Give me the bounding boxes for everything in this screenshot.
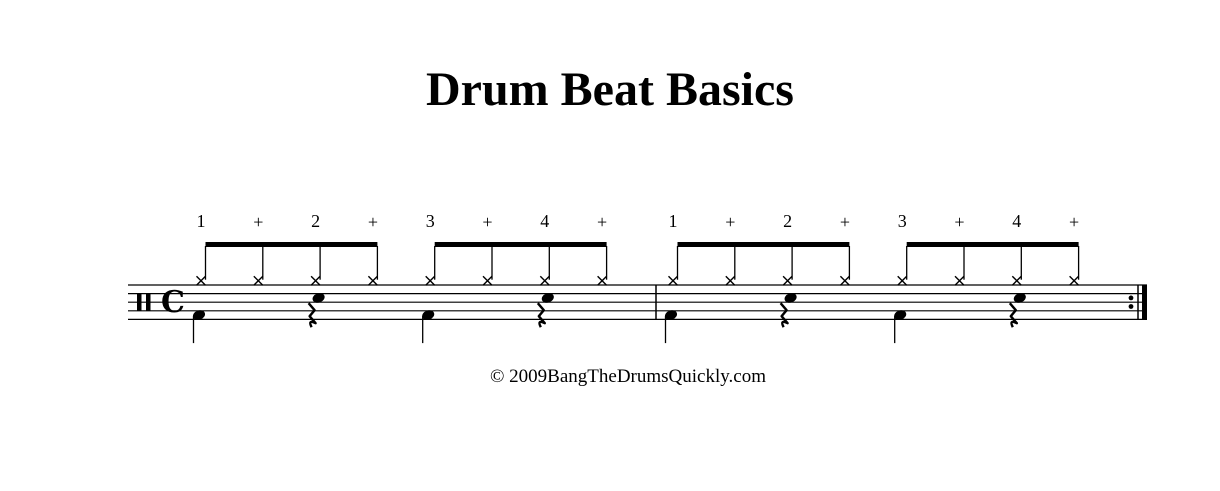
repeat-dot: [1128, 304, 1134, 309]
beam: [677, 242, 850, 247]
beat-count: 3: [426, 211, 435, 231]
percussion-clef: [137, 293, 142, 311]
beat-count: +: [597, 212, 607, 232]
quarter-rest: [779, 302, 789, 328]
copyright-notice: © 2009BangTheDrumsQuickly.com: [490, 366, 766, 387]
hihat-note: [539, 275, 550, 286]
hihat-note: [482, 275, 493, 286]
hihat-note: [782, 275, 793, 286]
hihat-note: [597, 275, 608, 286]
drum-score: C 1 +2 +3 +4 +1 +2 +3 +4 +: [128, 211, 1147, 344]
beat-count: 4: [1012, 211, 1021, 231]
beat-count: +: [368, 212, 378, 232]
percussion-clef: [146, 293, 151, 311]
hihat-note: [425, 275, 436, 286]
hihat-note: [725, 275, 736, 286]
repeat-dot: [1128, 295, 1134, 301]
beam: [906, 242, 1079, 247]
hihat-note: [1069, 275, 1080, 286]
beam: [205, 242, 378, 247]
beam: [434, 242, 607, 247]
beat-count: 4: [540, 211, 549, 231]
final-barline: [1142, 285, 1147, 320]
beat-count: +: [840, 212, 850, 232]
staff: C: [128, 284, 1147, 320]
notes: 1 +2 +3 +4 +1 +2 +3 +4 +: [192, 211, 1080, 344]
time-signature: C: [161, 285, 185, 320]
hihat-note: [839, 275, 850, 286]
beat-count: 2: [783, 211, 792, 231]
beat-count: +: [954, 212, 964, 232]
hihat-note: [897, 275, 908, 286]
beat-count: +: [253, 212, 263, 232]
hihat-note: [668, 275, 678, 286]
beat-count: 1: [197, 211, 206, 231]
hihat-note: [367, 275, 378, 286]
hihat-note: [310, 275, 321, 286]
beat-count: +: [482, 212, 492, 232]
beat-count: 3: [898, 211, 907, 231]
hihat-note: [1011, 275, 1022, 286]
hihat-note: [253, 275, 264, 286]
quarter-rest: [536, 302, 546, 328]
hihat-note: [196, 275, 206, 286]
beat-count: +: [725, 212, 735, 232]
beat-count: 2: [311, 211, 320, 231]
quarter-rest: [1008, 302, 1018, 328]
beat-count: 1: [669, 211, 678, 231]
hihat-note: [954, 275, 965, 286]
quarter-rest: [307, 302, 317, 328]
beat-count: +: [1069, 212, 1079, 232]
